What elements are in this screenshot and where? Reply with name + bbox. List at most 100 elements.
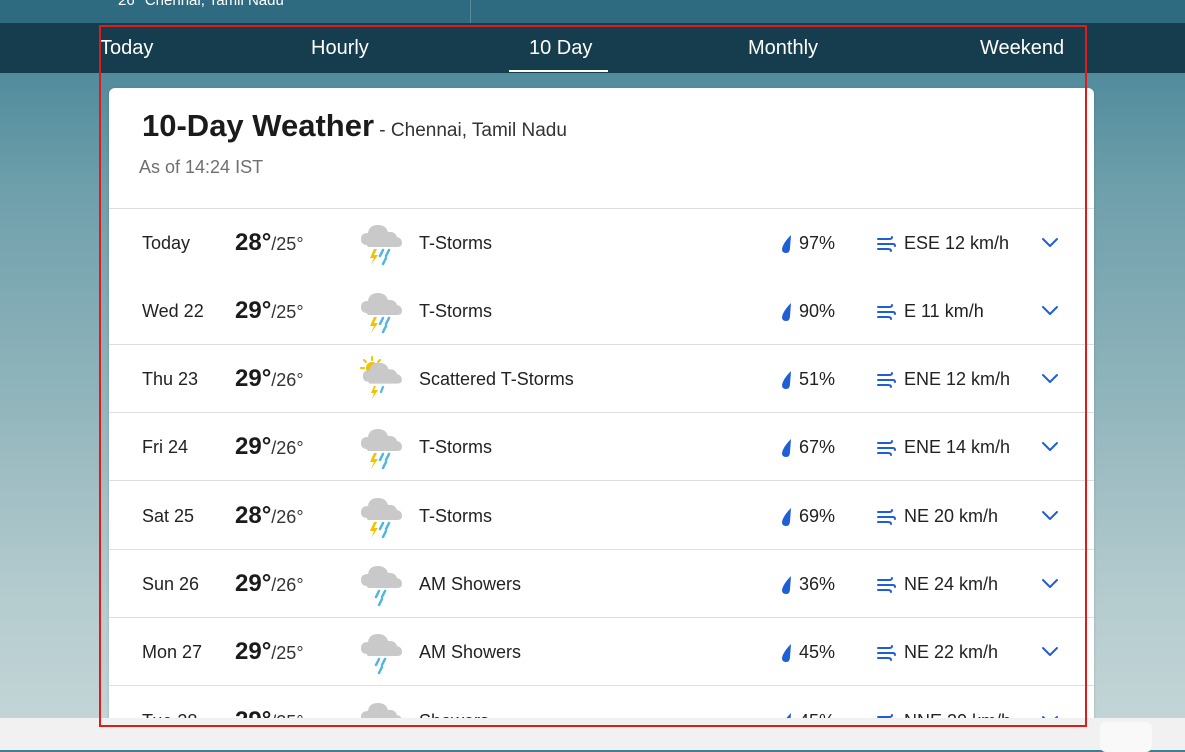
chevron-down-icon[interactable]	[1041, 304, 1059, 316]
forecast-row-4[interactable]: Sat 25 28°/26° T-Storms 69% NE 20 km/h	[109, 482, 1094, 550]
wind-speed: NE 20 km/h	[904, 506, 999, 526]
forecast-nav-bar: Today Hourly 10 Day Monthly Weekend	[0, 23, 1185, 73]
condition-text: T-Storms	[419, 301, 493, 321]
precipitation-icon	[781, 370, 793, 390]
condition-text: T-Storms	[419, 233, 493, 253]
temperature-range: 28°/25°	[235, 229, 304, 257]
wind-icon	[876, 371, 896, 388]
chevron-down-icon[interactable]	[1041, 372, 1059, 384]
divider	[109, 685, 1094, 686]
low-temp: /26°	[271, 438, 304, 458]
day-label: Sun 26	[142, 574, 200, 594]
active-tab-indicator	[509, 70, 608, 72]
wind-speed: NE 22 km/h	[904, 642, 999, 662]
current-location-text: 26° Chennai, Tamil Nadu	[118, 0, 284, 9]
precipitation-icon	[781, 302, 793, 322]
showers-icon	[359, 560, 405, 607]
chevron-down-icon[interactable]	[1041, 645, 1059, 657]
wind-icon	[876, 235, 896, 252]
chevron-down-icon[interactable]	[1041, 440, 1059, 452]
bottom-widget	[1100, 722, 1152, 752]
high-temp: 29°	[235, 570, 272, 597]
temperature-range: 29°/26°	[235, 570, 304, 598]
precipitation-icon	[781, 643, 793, 663]
forecast-row-1[interactable]: Wed 22 29°/25° T-Storms 90% E 11 km/h	[109, 277, 1094, 345]
temperature-range: 29°/26°	[235, 433, 304, 461]
wind-icon	[876, 508, 896, 525]
temperature-range: 29°/25°	[235, 297, 304, 325]
temperature-range: 28°/26°	[235, 502, 304, 530]
precipitation-icon	[781, 438, 793, 458]
day-label: Mon 27	[142, 642, 203, 662]
wind-speed: NE 24 km/h	[904, 574, 999, 594]
card-heading: 10-Day Weather - Chennai, Tamil Nadu	[142, 108, 567, 144]
wind-speed: E 11 km/h	[904, 301, 984, 321]
bottom-bar	[0, 718, 1185, 752]
top-strip: 26° Chennai, Tamil Nadu	[0, 0, 1185, 23]
thunderstorm-icon	[359, 492, 405, 539]
wind-icon	[876, 303, 896, 320]
low-temp: /26°	[271, 370, 304, 390]
wind-icon	[876, 644, 896, 661]
day-label: Wed 22	[142, 301, 204, 321]
precip-chance: 90%	[799, 301, 836, 321]
forecast-row-0[interactable]: Today 28°/25° T-Storms 97% ESE 12 km/h	[109, 209, 1094, 277]
high-temp: 28°	[235, 502, 272, 529]
tab-weekend[interactable]: Weekend	[980, 37, 1064, 60]
precipitation-icon	[781, 575, 793, 595]
forecast-row-3[interactable]: Fri 24 29°/26° T-Storms 67% ENE 14 km/h	[109, 413, 1094, 481]
high-temp: 28°	[235, 229, 272, 256]
scattered-thunderstorm-icon	[359, 355, 405, 399]
thunderstorm-icon	[359, 287, 405, 334]
heading-location: - Chennai, Tamil Nadu	[374, 120, 567, 141]
low-temp: /25°	[271, 302, 304, 322]
condition-text: T-Storms	[419, 437, 493, 457]
day-label: Sat 25	[142, 506, 195, 526]
tab-today[interactable]: Today	[100, 37, 153, 60]
day-label: Thu 23	[142, 369, 199, 389]
tab-hourly[interactable]: Hourly	[311, 37, 369, 60]
precipitation-icon	[781, 507, 793, 527]
precipitation-icon	[781, 234, 793, 254]
wind-speed: ENE 14 km/h	[904, 437, 1011, 457]
low-temp: /25°	[271, 643, 304, 663]
wind-speed: ENE 12 km/h	[904, 369, 1011, 389]
low-temp: /25°	[271, 234, 304, 254]
thunderstorm-icon	[359, 423, 405, 470]
chevron-down-icon[interactable]	[1041, 577, 1059, 589]
tab-monthly[interactable]: Monthly	[748, 37, 818, 60]
precip-chance: 67%	[799, 437, 836, 457]
forecast-row-6[interactable]: Mon 27 29°/25° AM Showers 45% NE 22 km/h	[109, 618, 1094, 686]
condition-text: T-Storms	[419, 506, 493, 526]
divider	[470, 0, 471, 23]
day-label: Fri 24	[142, 437, 189, 457]
forecast-row-2[interactable]: Thu 23 29°/26° Scattered T-Storms 51% ENE 12…	[109, 345, 1094, 413]
tab-10-day[interactable]: 10 Day	[529, 37, 592, 60]
divider	[109, 480, 1094, 481]
condition-text: AM Showers	[419, 574, 522, 594]
low-temp: /26°	[271, 507, 304, 527]
temperature-range: 29°/25°	[235, 638, 304, 666]
page-title: 10-Day Weather	[142, 108, 375, 143]
precip-chance: 69%	[799, 506, 836, 526]
chevron-down-icon[interactable]	[1041, 509, 1059, 521]
ten-day-forecast-card: 10-Day Weather - Chennai, Tamil Nadu As …	[109, 88, 1094, 728]
wind-icon	[876, 576, 896, 593]
day-label: Today	[142, 233, 191, 253]
precip-chance: 36%	[799, 574, 836, 594]
precip-chance: 97%	[799, 233, 836, 253]
wind-speed: ESE 12 km/h	[904, 233, 1010, 253]
chevron-down-icon[interactable]	[1041, 236, 1059, 248]
wind-icon	[876, 439, 896, 456]
precip-chance: 51%	[799, 369, 836, 389]
high-temp: 29°	[235, 365, 272, 392]
high-temp: 29°	[235, 433, 272, 460]
high-temp: 29°	[235, 297, 272, 324]
forecast-row-5[interactable]: Sun 26 29°/26° AM Showers 36% NE 24 km/h	[109, 550, 1094, 618]
condition-text: Scattered T-Storms	[419, 369, 574, 389]
precip-chance: 45%	[799, 642, 836, 662]
low-temp: /26°	[271, 575, 304, 595]
showers-icon	[359, 628, 405, 675]
thunderstorm-icon	[359, 219, 405, 266]
updated-timestamp: As of 14:24 IST	[139, 157, 264, 177]
